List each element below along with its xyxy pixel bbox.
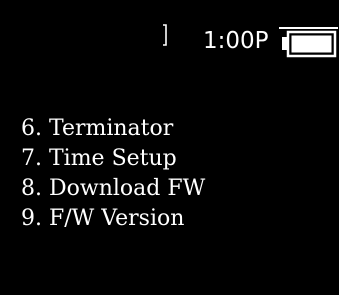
signal-bracket-icon	[163, 24, 167, 46]
menu-item-terminator[interactable]: 6. Terminator	[21, 114, 205, 144]
device-screen: 1:00P 6. Terminator 7. Time Setup 8. Dow…	[0, 0, 339, 295]
status-bar: 1:00P	[0, 0, 339, 80]
battery-full-icon	[279, 27, 338, 59]
clock-time: 1:00P	[203, 28, 269, 54]
menu-item-time-setup[interactable]: 7. Time Setup	[21, 144, 205, 174]
menu-item-download-fw[interactable]: 8. Download FW	[21, 174, 205, 204]
settings-menu: 6. Terminator 7. Time Setup 8. Download …	[21, 114, 205, 234]
menu-item-fw-version[interactable]: 9. F/W Version	[21, 204, 205, 234]
